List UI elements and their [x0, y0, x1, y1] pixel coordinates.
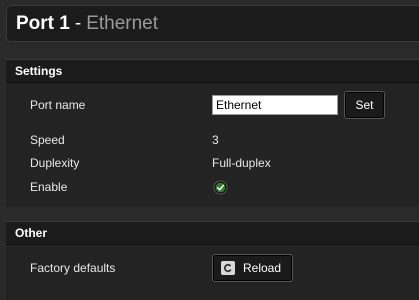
- reload-button[interactable]: Reload: [212, 254, 293, 282]
- duplexity-label: Duplexity: [30, 156, 80, 170]
- duplexity-value: Full-duplex: [212, 156, 271, 170]
- reload-button-label: Reload: [243, 261, 282, 275]
- port-settings-page: Port 1 - Ethernet Settings Port name Set…: [0, 0, 419, 300]
- speed-label: Speed: [30, 133, 65, 147]
- page-subtitle: Ethernet: [86, 12, 159, 34]
- speed-row: Speed 3: [6, 128, 419, 152]
- enable-label: Enable: [30, 180, 68, 194]
- factory-defaults-row: Factory defaults Reload: [6, 254, 419, 282]
- set-button[interactable]: Set: [344, 91, 385, 119]
- port-name-row: Port name Set: [6, 91, 419, 119]
- factory-defaults-label: Factory defaults: [30, 261, 116, 275]
- page-title: Port 1: [16, 12, 70, 34]
- other-section-header: Other: [6, 222, 419, 245]
- port-name-label: Port name: [30, 98, 86, 112]
- title-separator: -: [74, 12, 82, 34]
- other-section: Other Factory defaults Reload: [6, 221, 419, 300]
- page-title-bar: Port 1 - Ethernet: [6, 5, 419, 42]
- settings-section: Settings Port name Set Speed 3 Duplexity…: [6, 59, 419, 207]
- check-circle-icon[interactable]: [213, 179, 228, 195]
- settings-section-header: Settings: [6, 60, 419, 83]
- enable-row: Enable: [6, 175, 419, 199]
- port-name-input[interactable]: [212, 95, 338, 115]
- reload-icon: [221, 261, 235, 275]
- duplexity-row: Duplexity Full-duplex: [6, 151, 419, 175]
- speed-value: 3: [212, 133, 219, 147]
